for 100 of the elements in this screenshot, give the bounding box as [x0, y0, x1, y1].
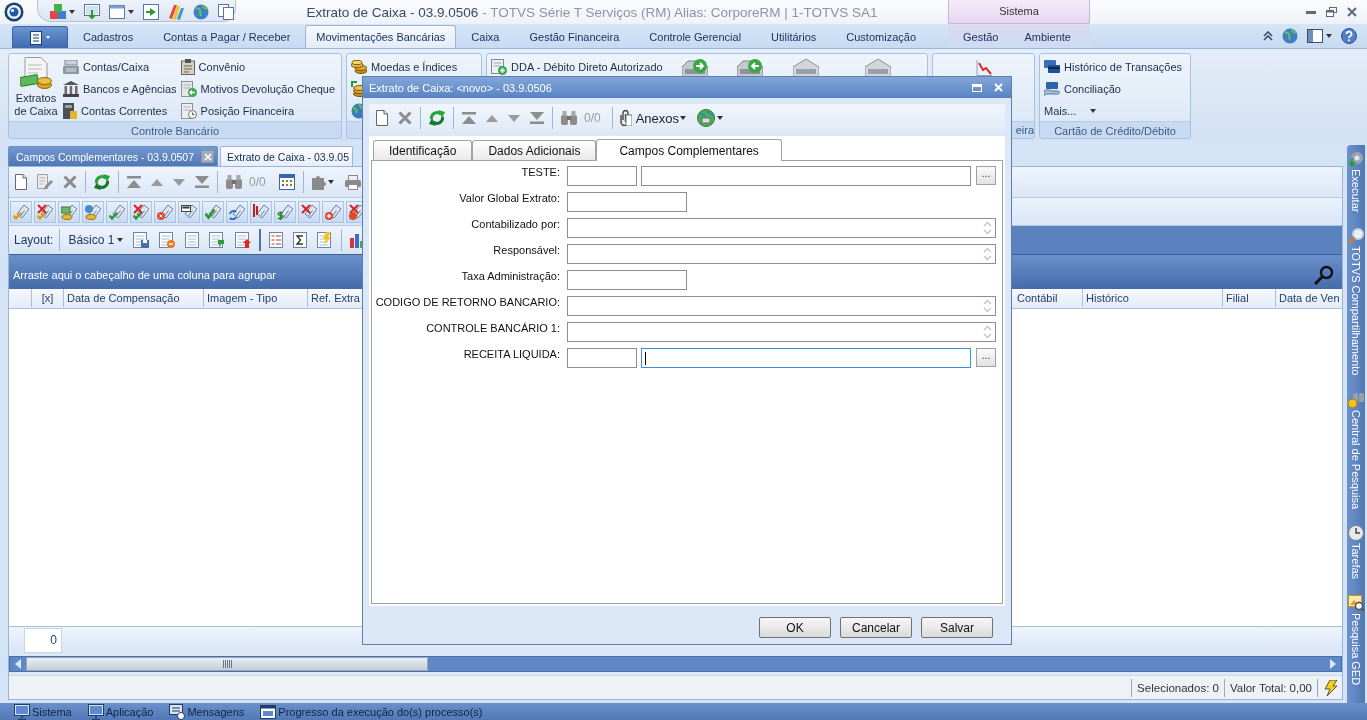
- globe-icon[interactable]: [1282, 28, 1298, 44]
- binoculars-icon[interactable]: [561, 111, 577, 125]
- side-panel-tab[interactable]: Executar: [1348, 151, 1364, 213]
- search-icon[interactable]: [1314, 265, 1334, 285]
- ribbon-tab[interactable]: Controle Gerencial: [634, 25, 757, 48]
- ribbon-button[interactable]: Histórico de Transações: [1042, 56, 1184, 78]
- globe-icon[interactable]: [697, 109, 716, 127]
- ribbon-tab[interactable]: Ambiente: [1011, 25, 1084, 48]
- minimize-icon[interactable]: [1306, 10, 1316, 14]
- chevron-up-icon[interactable]: [1263, 31, 1273, 41]
- tab[interactable]: Campos Complementares: [596, 139, 782, 161]
- triangle-up-icon[interactable]: [486, 114, 498, 122]
- side-panel-tab[interactable]: Pesquisa GED: [1348, 594, 1364, 686]
- side-panel-tab[interactable]: Central de Pesquisa: [1348, 391, 1364, 509]
- triangle-up-bar-icon[interactable]: [462, 112, 476, 124]
- tray-arrow-icon[interactable]: [682, 59, 708, 77]
- table-icon[interactable]: [278, 174, 295, 190]
- restore-icon[interactable]: [1326, 7, 1337, 17]
- attachments-button[interactable]: Anexos: [615, 110, 684, 126]
- dialog-button[interactable]: OK: [759, 617, 831, 638]
- toolbar-button[interactable]: [298, 200, 320, 223]
- ribbon-tab[interactable]: Cadastros: [68, 25, 149, 48]
- help-icon[interactable]: [1341, 28, 1357, 44]
- triangle-up-bar-icon[interactable]: [127, 176, 141, 188]
- input-field[interactable]: [567, 296, 996, 316]
- column-header[interactable]: Imagem - Tipo: [204, 289, 308, 307]
- caret-icon[interactable]: [717, 116, 724, 120]
- caret-icon[interactable]: [327, 180, 334, 184]
- ribbon-tab[interactable]: Customização: [831, 25, 931, 48]
- triangle-up-icon[interactable]: [151, 178, 163, 186]
- triangle-down-icon[interactable]: [173, 178, 185, 186]
- lookup-button[interactable]: ...: [976, 166, 996, 185]
- ribbon-tab[interactable]: Movimentações Bancárias: [305, 25, 457, 48]
- caret-icon[interactable]: [1326, 34, 1332, 38]
- edit-document-icon[interactable]: [37, 174, 53, 190]
- input-field[interactable]: [567, 244, 996, 264]
- dialog-button[interactable]: Salvar: [921, 617, 993, 638]
- triangle-down-bar-icon[interactable]: [195, 176, 209, 188]
- copy-icon[interactable]: [218, 3, 234, 20]
- taskbar-button[interactable]: Mensagens: [169, 703, 245, 720]
- ribbon-button[interactable]: Bancos e Agências: [61, 78, 179, 100]
- triangle-down-icon[interactable]: [508, 114, 520, 122]
- arrow-box-icon[interactable]: [143, 3, 159, 20]
- app-menu-button[interactable]: [12, 26, 68, 48]
- toolbar-button[interactable]: [178, 200, 200, 223]
- arrow-right-icon[interactable]: [1330, 659, 1336, 669]
- caret-icon[interactable]: [680, 116, 687, 120]
- arrow-left-icon[interactable]: [15, 659, 21, 669]
- refresh-icon[interactable]: [94, 174, 110, 190]
- taskbar-button[interactable]: Progresso da execução do(s) processo(s): [260, 704, 483, 719]
- column-header[interactable]: Ref. Extra: [308, 289, 362, 307]
- lightning-icon[interactable]: [1324, 679, 1338, 696]
- side-panel-tab[interactable]: TOTVS Compartilhamento: [1348, 228, 1364, 376]
- binoculars-icon[interactable]: [226, 175, 242, 189]
- cross-icon[interactable]: [398, 111, 412, 125]
- list-icon[interactable]: [269, 232, 284, 248]
- ribbon-button[interactable]: Contas Correntes: [61, 100, 179, 122]
- taskbar-button[interactable]: Aplicação: [87, 703, 154, 720]
- monitor-download-icon[interactable]: [84, 3, 100, 20]
- ribbon-button[interactable]: Posição Financeira: [178, 100, 338, 122]
- input-field[interactable]: [567, 166, 637, 186]
- color-palette-icon[interactable]: [168, 3, 184, 20]
- caret-icon[interactable]: [69, 9, 75, 14]
- column-header[interactable]: Histórico: [1083, 289, 1223, 307]
- layout-dropdown[interactable]: Básico 1: [65, 233, 127, 247]
- close-icon[interactable]: [1347, 7, 1357, 17]
- column-header[interactable]: Data de Ven: [1276, 289, 1342, 307]
- taskbar-button[interactable]: Sistema: [14, 703, 72, 720]
- toolbar-button[interactable]: [130, 200, 152, 223]
- globe-icon[interactable]: [193, 3, 209, 20]
- sheet-arrow-up-icon[interactable]: [235, 232, 252, 248]
- ribbon-tab[interactable]: Gestão Financeira: [514, 25, 635, 48]
- tray-arrow-icon[interactable]: [737, 59, 763, 77]
- input-field[interactable]: [567, 270, 687, 290]
- input-field[interactable]: [567, 348, 637, 368]
- document-icon[interactable]: [15, 174, 27, 190]
- layout-icon[interactable]: [1307, 29, 1323, 43]
- ribbon-button[interactable]: Conciliação: [1042, 78, 1184, 100]
- dialog-button[interactable]: Cancelar: [840, 617, 912, 638]
- column-header[interactable]: Filial: [1223, 289, 1276, 307]
- sheet-arrow-down-icon[interactable]: [209, 232, 226, 248]
- document-icon[interactable]: [376, 110, 388, 126]
- horizontal-scrollbar[interactable]: [9, 656, 1342, 672]
- window-icon[interactable]: [109, 4, 125, 19]
- ribbon-button[interactable]: Contas/Caixa: [61, 56, 179, 78]
- column-header[interactable]: Data de Compensação: [64, 289, 204, 307]
- ribbon-tab[interactable]: Contas a Pagar / Receber: [148, 25, 306, 48]
- scroll-thumb[interactable]: [26, 657, 428, 671]
- tab[interactable]: Identificação: [373, 140, 473, 160]
- document-tab[interactable]: Campos Complementares - 03.9.0507: [8, 146, 218, 166]
- close-tab-button[interactable]: [201, 150, 214, 163]
- tab[interactable]: Dados Adicionais: [472, 140, 597, 160]
- toolbar-button[interactable]: [34, 200, 56, 223]
- refresh-icon[interactable]: [429, 110, 445, 126]
- ribbon-button[interactable]: Extratos de Caixa: [11, 56, 61, 122]
- toolbar-button[interactable]: [226, 200, 248, 223]
- input-field[interactable]: [567, 322, 996, 342]
- lookup-button[interactable]: ...: [976, 348, 996, 367]
- document-tab[interactable]: Extrato de Caixa - 03.9.05: [220, 146, 353, 166]
- line-chart-icon[interactable]: [975, 60, 992, 76]
